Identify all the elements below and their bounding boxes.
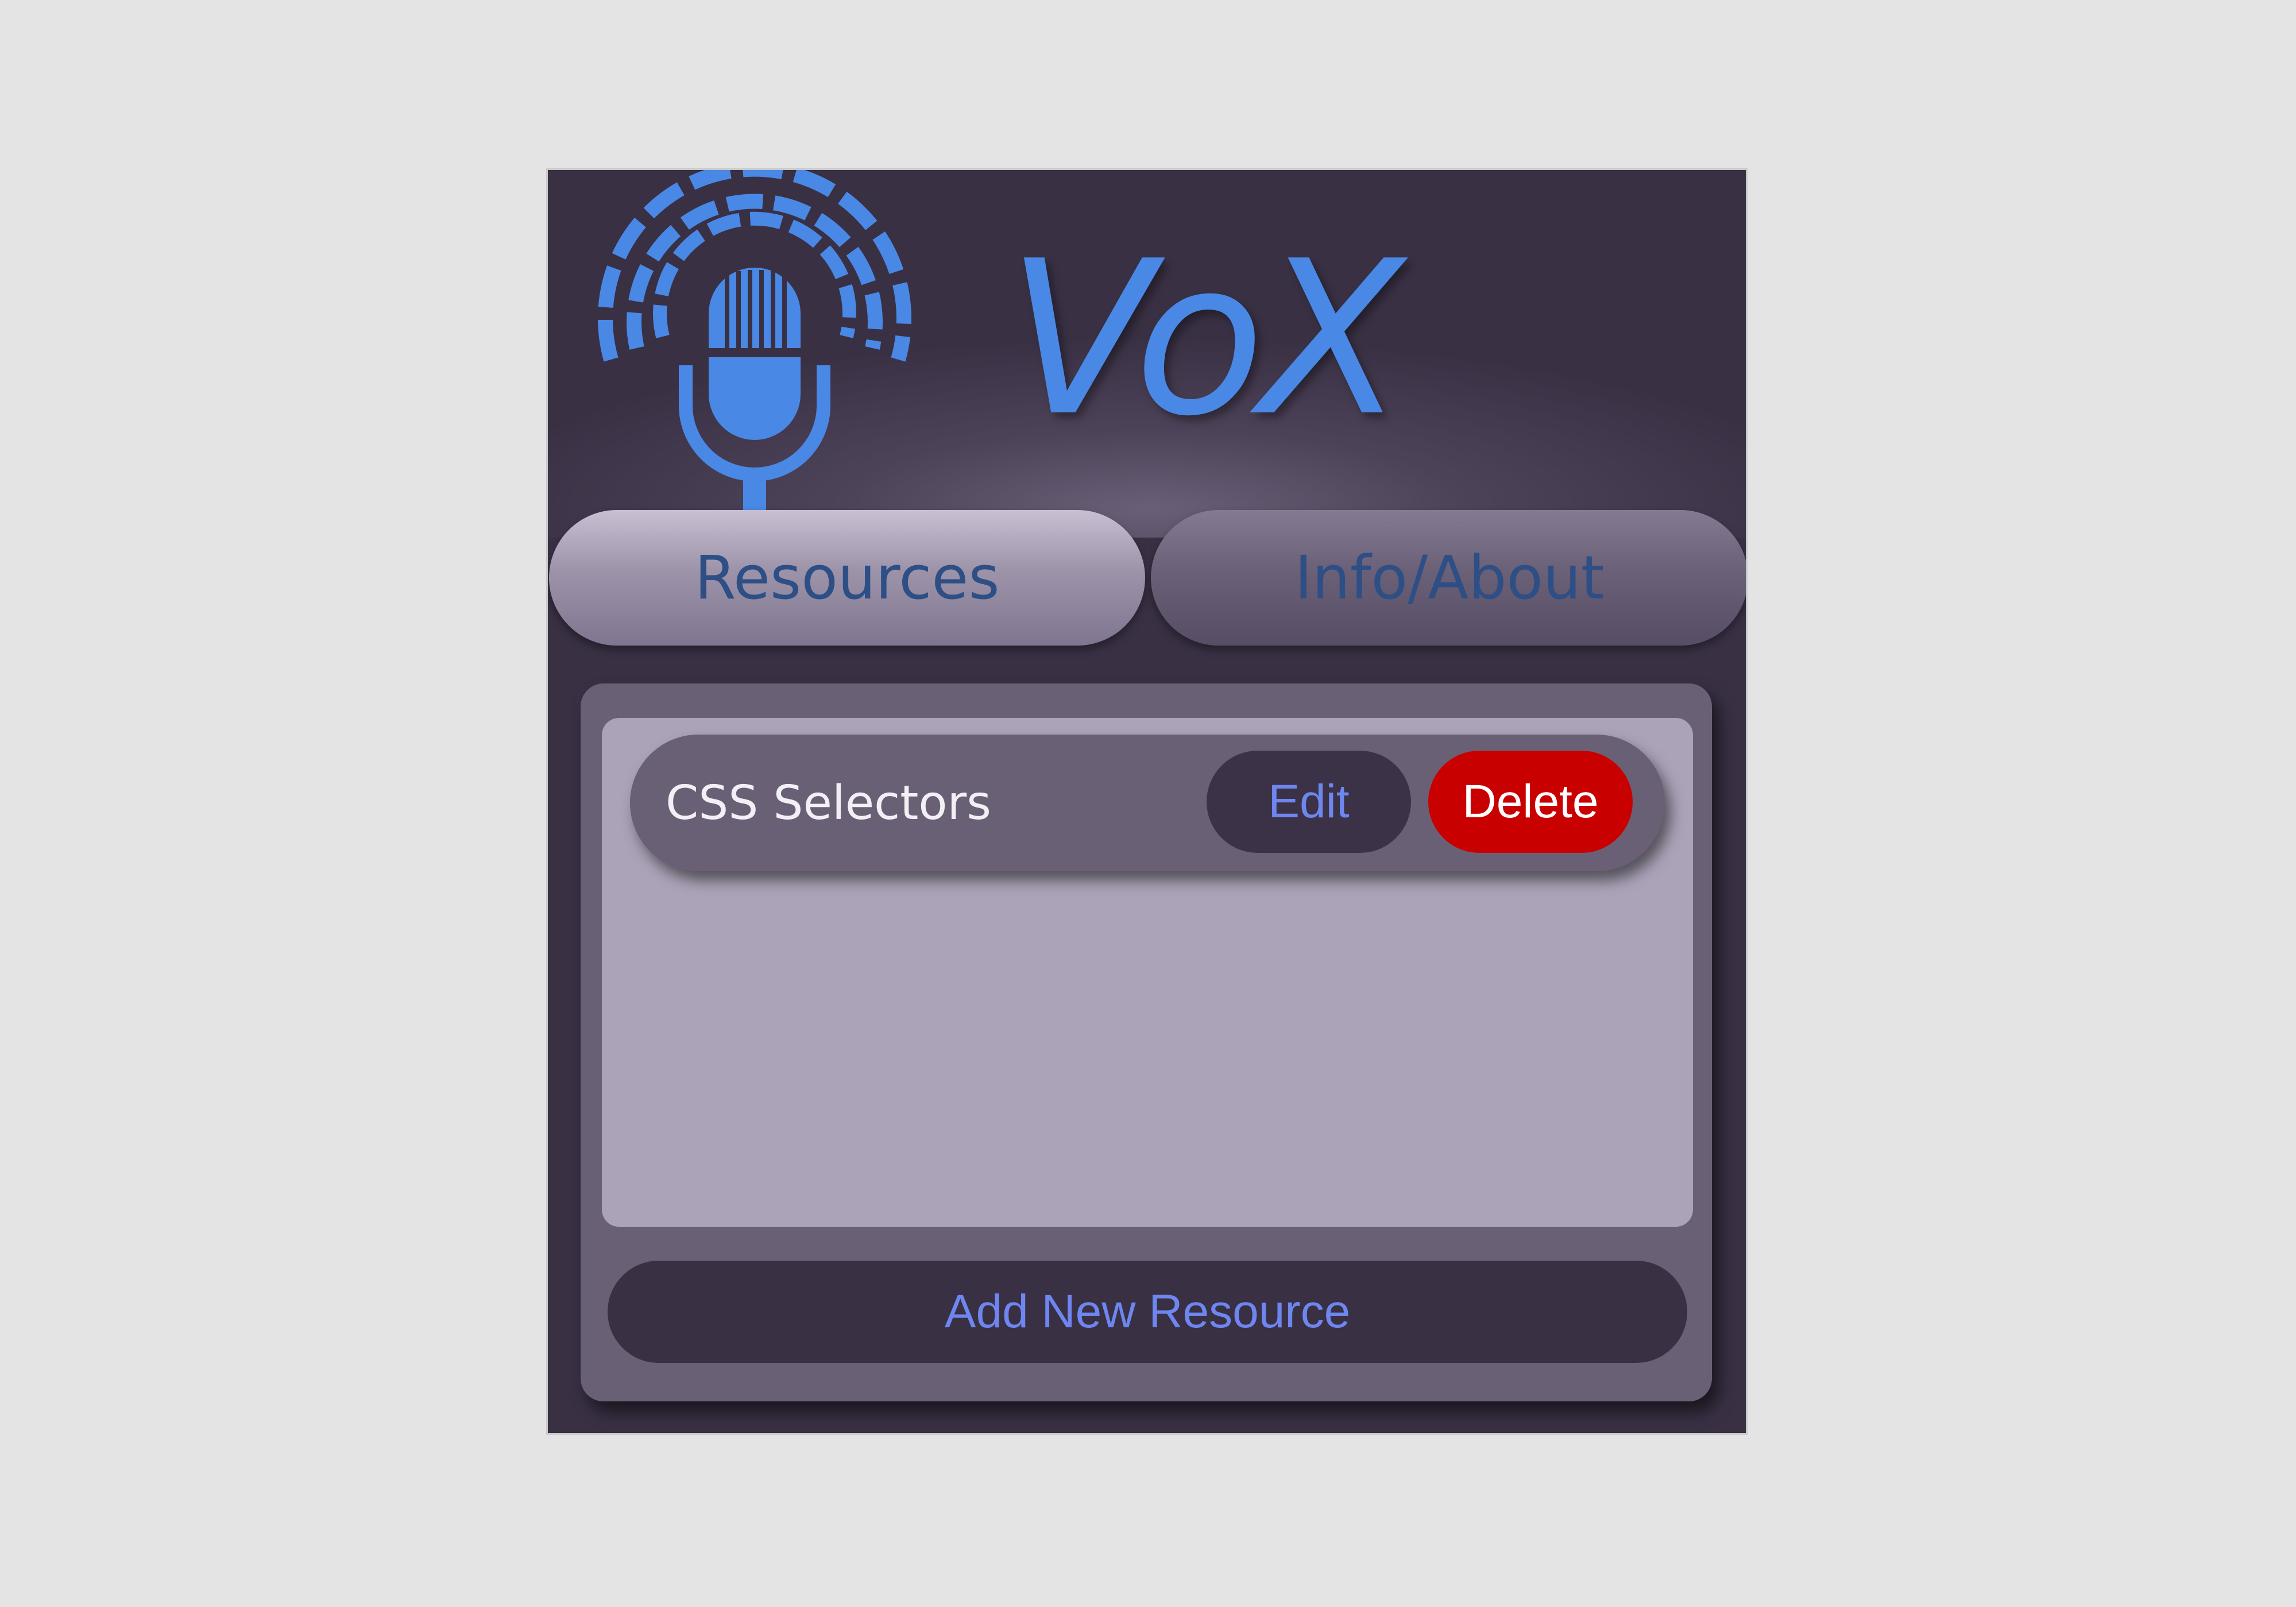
brand-title: VoX (1007, 216, 1404, 463)
add-new-resource-button[interactable]: Add New Resource (608, 1261, 1687, 1363)
resource-list: CSS Selectors Edit Delete (602, 718, 1693, 1227)
resource-name: CSS Selectors (666, 775, 991, 830)
header: VoX (548, 170, 1746, 538)
microphone-broadcast-icon (598, 170, 911, 520)
list-item: CSS Selectors Edit Delete (630, 735, 1665, 871)
tab-resources[interactable]: Resources (549, 510, 1145, 646)
tab-bar: Resources Info/About (548, 510, 1746, 648)
delete-button[interactable]: Delete (1428, 751, 1633, 853)
edit-button[interactable]: Edit (1207, 751, 1411, 853)
tab-info-about[interactable]: Info/About (1151, 510, 1746, 646)
resources-panel: CSS Selectors Edit Delete Add New Resour… (581, 683, 1712, 1401)
extension-popup: VoX Resources Info/About CSS Selectors E… (546, 168, 1748, 1435)
